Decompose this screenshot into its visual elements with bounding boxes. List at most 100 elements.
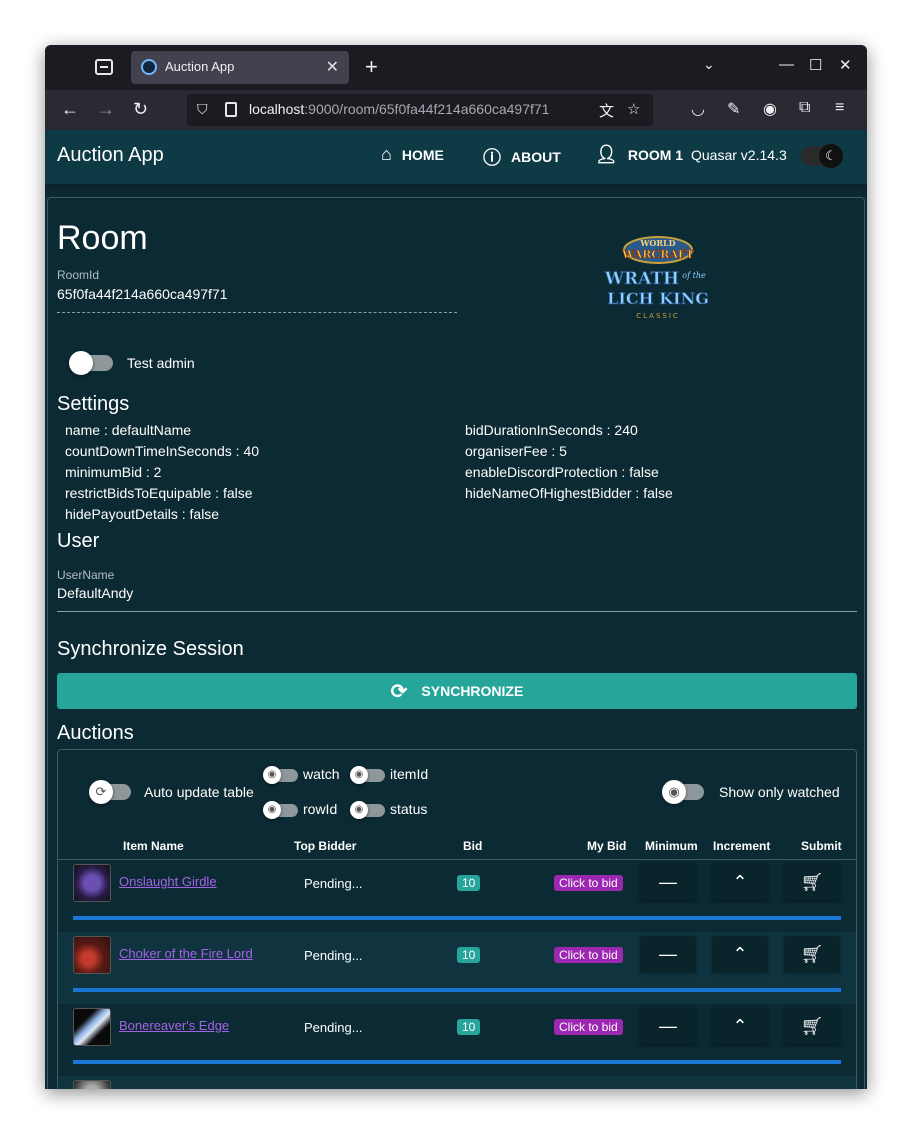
chevron-up-icon: ⌃: [732, 872, 748, 892]
menu-icon[interactable]: ≡: [835, 99, 844, 117]
item-link[interactable]: Choker of the Fire Lord: [119, 946, 253, 961]
test-admin-label: Test admin: [127, 355, 195, 371]
col-bid[interactable]: Bid: [463, 839, 482, 853]
synchronize-button[interactable]: ⟳ SYNCHRONIZE: [57, 673, 857, 709]
col-my-bid[interactable]: My Bid: [587, 839, 626, 853]
my-bid-badge[interactable]: Click to bid: [554, 1019, 623, 1035]
pocket-icon[interactable]: ◡: [691, 99, 705, 119]
auctions-title: Auctions: [57, 722, 134, 744]
minimum-button[interactable]: —: [640, 864, 696, 900]
table-row: Bonereaver's Edge Pending... 10 Click to…: [58, 1004, 856, 1076]
my-bid-badge[interactable]: Click to bid: [554, 875, 623, 891]
submit-button[interactable]: 🛒︎: [784, 864, 840, 900]
url-path: :9000/room/65f0fa44f214a660ca497f71: [304, 101, 550, 117]
time-progress-bar: [73, 988, 841, 992]
table-row: Onslaught Girdle Pending... 10 Click to …: [58, 860, 856, 932]
page-title: Room: [57, 219, 148, 257]
item-link[interactable]: Bonereaver's Edge: [119, 1018, 229, 1033]
shield-icon[interactable]: ⛉: [197, 101, 208, 118]
roomid-label: RoomId: [57, 268, 100, 282]
nav-room-button[interactable]: 👤︎ ROOM 1: [595, 144, 683, 165]
item-icon: [73, 936, 111, 974]
col-submit[interactable]: Submit: [801, 839, 842, 853]
minimize-icon[interactable]: —: [779, 56, 794, 73]
setting-hide-payout: hidePayoutDetails : false: [65, 506, 220, 522]
col-minimum[interactable]: Minimum: [645, 839, 698, 853]
my-bid-badge[interactable]: Click to bid: [554, 947, 623, 963]
roomid-value[interactable]: 65f0fa44f214a660ca497f71: [57, 286, 228, 302]
eye-icon: ◉: [662, 780, 686, 804]
cart-icon: 🛒︎: [800, 872, 824, 892]
table-row: [58, 1076, 856, 1089]
wrench-icon[interactable]: ✎: [727, 99, 740, 119]
maximize-icon[interactable]: ☐: [809, 56, 822, 74]
account-icon[interactable]: ◉: [763, 99, 777, 119]
col-item-name[interactable]: Item Name: [123, 839, 184, 853]
moon-icon: ☾: [819, 144, 843, 168]
nav-home-label: HOME: [401, 146, 444, 163]
username-value[interactable]: DefaultAndy: [57, 585, 133, 601]
setting-countdown: countDownTimeInSeconds : 40: [65, 443, 260, 459]
minus-icon: —: [659, 872, 677, 892]
status-column-toggle[interactable]: ◉: [350, 801, 385, 819]
submit-button[interactable]: 🛒︎: [784, 936, 840, 972]
close-window-icon[interactable]: ✕: [839, 56, 852, 74]
setting-hide-name: hideNameOfHighestBidder : false: [465, 485, 673, 501]
chevron-down-icon[interactable]: ⌄: [703, 56, 715, 73]
cart-icon: 🛒︎: [800, 944, 824, 964]
minimum-button[interactable]: —: [640, 1008, 696, 1044]
sync-title: Synchronize Session: [57, 638, 244, 660]
logo-world: WORLD: [639, 238, 675, 248]
url-bar[interactable]: ⛉ localhost:9000/room/65f0fa44f214a660ca…: [187, 94, 653, 126]
rowid-column-toggle[interactable]: ◉: [263, 801, 298, 819]
sync-icon: ⟳: [390, 680, 408, 703]
itemid-column-toggle[interactable]: ◉: [350, 766, 385, 784]
star-icon[interactable]: ☆: [627, 100, 640, 118]
setting-minimum-bid: minimumBid : 2: [65, 464, 162, 480]
col-top-bidder[interactable]: Top Bidder: [294, 839, 356, 853]
back-icon[interactable]: ←: [61, 99, 79, 120]
navigation-bar: ← → ↻ ⛉ localhost:9000/room/65f0fa44f214…: [45, 90, 867, 130]
item-icon: [73, 864, 111, 902]
setting-organiser-fee: organiserFee : 5: [465, 443, 567, 459]
url-text[interactable]: localhost:9000/room/65f0fa44f214a660ca49…: [249, 101, 549, 117]
increment-button[interactable]: ⌃: [712, 936, 768, 972]
increment-button[interactable]: ⌃: [712, 1008, 768, 1044]
reload-icon[interactable]: ↻: [133, 99, 148, 120]
auto-update-toggle[interactable]: ⟳: [89, 780, 131, 804]
item-link[interactable]: Onslaught Girdle: [119, 874, 217, 889]
username-label: UserName: [57, 568, 115, 582]
header-shadow: [45, 184, 867, 196]
person-icon: 👤︎: [595, 144, 618, 164]
nav-about-button[interactable]: ⓘ ABOUT: [483, 144, 561, 170]
increment-button[interactable]: ⌃: [712, 864, 768, 900]
item-icon: [73, 1080, 111, 1089]
setting-bid-duration: bidDurationInSeconds : 240: [465, 422, 638, 438]
bid-badge: 10: [457, 1019, 481, 1035]
new-tab-icon[interactable]: +: [365, 54, 378, 80]
extensions-icon[interactable]: ⧉: [799, 99, 810, 117]
refresh-icon: ⟳: [89, 780, 113, 804]
dark-mode-toggle[interactable]: ☾: [801, 144, 843, 168]
bid-badge: 10: [457, 947, 481, 963]
minimum-button[interactable]: —: [640, 936, 696, 972]
top-bidder: Pending...: [304, 948, 363, 963]
logo-warcraft: WARCRAFT: [621, 248, 695, 261]
tab-close-icon[interactable]: ✕: [326, 57, 339, 77]
submit-button[interactable]: 🛒︎: [784, 1008, 840, 1044]
translate-icon[interactable]: 文: [599, 100, 614, 121]
col-increment[interactable]: Increment: [713, 839, 770, 853]
nav-about-label: ABOUT: [511, 149, 561, 165]
test-admin-toggle[interactable]: [69, 351, 113, 375]
watch-column-label: watch: [303, 766, 340, 782]
room-card: Room RoomId 65f0fa44f214a660ca497f71 WOR…: [47, 197, 865, 1089]
nav-home-button[interactable]: ⌂ HOME: [381, 144, 444, 165]
watch-column-toggle[interactable]: ◉: [263, 766, 298, 784]
browser-tab[interactable]: Auction App ✕: [131, 51, 349, 84]
logo-classic: CLASSIC: [636, 312, 680, 320]
forward-icon[interactable]: →: [97, 99, 115, 120]
show-watched-toggle[interactable]: ◉: [662, 780, 704, 804]
tab-list-icon[interactable]: [95, 59, 113, 75]
home-icon: ⌂: [381, 144, 392, 164]
page-icon[interactable]: [225, 102, 237, 117]
